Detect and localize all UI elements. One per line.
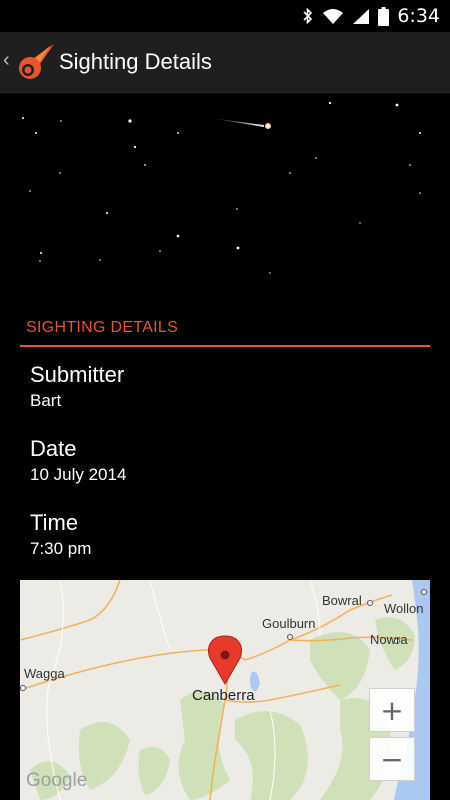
wifi-icon bbox=[323, 8, 344, 24]
section-divider bbox=[20, 345, 430, 347]
map-label-nowra: Nowra bbox=[370, 632, 408, 647]
meteor-logo-icon bbox=[19, 44, 54, 79]
bluetooth-icon bbox=[303, 7, 313, 25]
map-label-bowral: Bowral bbox=[322, 593, 362, 608]
sighting-map[interactable]: Canberra Goulburn Bowral Wollon Nowra Wa… bbox=[20, 580, 430, 800]
map-label-wollongong: Wollon bbox=[384, 601, 424, 616]
status-icons: 6:34 bbox=[302, 0, 440, 32]
zoom-out-button[interactable]: − bbox=[369, 737, 415, 781]
map-label-canberra: Canberra bbox=[192, 687, 255, 704]
cellular-signal-icon bbox=[353, 8, 370, 24]
battery-icon bbox=[378, 6, 390, 26]
page-title: Sighting Details bbox=[59, 49, 212, 74]
up-button[interactable]: ‹ bbox=[0, 32, 58, 92]
zoom-in-icon: + bbox=[380, 693, 404, 727]
google-attribution: Google bbox=[26, 770, 88, 791]
submitter-value: Bart bbox=[30, 391, 62, 410]
map-label-goulburn: Goulburn bbox=[262, 616, 316, 631]
action-bar: ‹ Sighting Details bbox=[0, 32, 450, 93]
map-label-wagga: Wagga bbox=[24, 666, 65, 681]
zoom-out-icon: − bbox=[380, 742, 404, 776]
status-time: 6:34 bbox=[397, 5, 440, 27]
time-label: Time bbox=[30, 510, 79, 535]
date-value: 10 July 2014 bbox=[30, 465, 127, 484]
chevron-left-icon: ‹ bbox=[3, 49, 10, 71]
section-header: SIGHTING DETAILS bbox=[26, 319, 179, 336]
time-value: 7:30 pm bbox=[30, 539, 92, 558]
submitter-label: Submitter bbox=[30, 362, 125, 387]
zoom-in-button[interactable]: + bbox=[369, 688, 415, 732]
status-bar: 6:34 bbox=[0, 0, 450, 32]
meteor-sky-image bbox=[0, 93, 450, 303]
date-label: Date bbox=[30, 436, 77, 461]
